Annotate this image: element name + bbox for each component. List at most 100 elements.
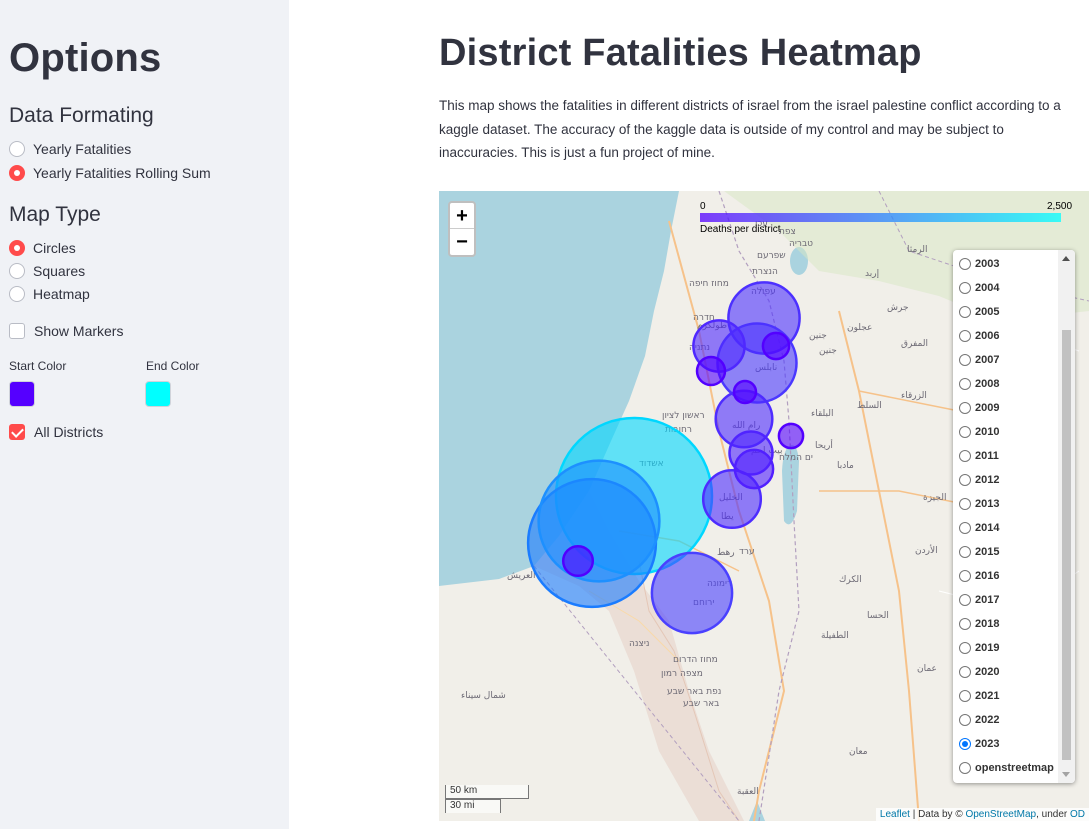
- sidebar-title: Options: [9, 36, 162, 80]
- layer-label: 2023: [975, 738, 1000, 750]
- radio-button-selected[interactable]: [9, 165, 25, 181]
- data-formatting-heading: Data Formating: [9, 104, 154, 127]
- layer-radio[interactable]: [959, 282, 971, 294]
- layer-option-2017[interactable]: 2017: [959, 594, 999, 606]
- radio-squares[interactable]: Squares: [9, 263, 85, 279]
- layer-option-2008[interactable]: 2008: [959, 378, 999, 390]
- layer-radio[interactable]: [959, 306, 971, 318]
- layer-option-2011[interactable]: 2011: [959, 450, 999, 462]
- radio-circles[interactable]: Circles: [9, 240, 76, 256]
- layer-radio[interactable]: [959, 642, 971, 654]
- district-circle-deir-al-balah[interactable]: [537, 459, 661, 583]
- map-container[interactable]: العريشعمانرهطشمال سيناءירוחםדימונהמצפה ר…: [439, 191, 1089, 821]
- layer-radio[interactable]: [959, 522, 971, 534]
- scroll-down-arrow-icon[interactable]: [1062, 772, 1070, 777]
- layer-radio[interactable]: [959, 690, 971, 702]
- layer-radio[interactable]: [959, 330, 971, 342]
- layer-option-2021[interactable]: 2021: [959, 690, 999, 702]
- district-circle-qalqilya[interactable]: [695, 355, 727, 387]
- start-color-picker[interactable]: [9, 381, 35, 407]
- layer-option-2013[interactable]: 2013: [959, 498, 999, 510]
- legend-caption: Deaths per district: [700, 224, 781, 235]
- zoom-control[interactable]: + −: [448, 201, 476, 257]
- layer-label: 2013: [975, 498, 1000, 510]
- radio-yearly-fatalities[interactable]: Yearly Fatalities: [9, 141, 131, 157]
- radio-label: Heatmap: [33, 286, 90, 302]
- layer-radio[interactable]: [959, 474, 971, 486]
- layer-label: 2019: [975, 642, 1000, 654]
- layer-scrollbar[interactable]: [1058, 250, 1075, 783]
- scale-mi: 30 mi: [445, 799, 501, 813]
- layer-label: 2004: [975, 282, 1000, 294]
- layer-option-2019[interactable]: 2019: [959, 642, 999, 654]
- district-circle-tubas[interactable]: [761, 331, 791, 361]
- scroll-thumb[interactable]: [1062, 330, 1071, 760]
- map-attribution: Leaflet | Data by © OpenStreetMap, under…: [875, 808, 1089, 821]
- layer-label: 2020: [975, 666, 1000, 678]
- layer-option-2022[interactable]: 2022: [959, 714, 999, 726]
- radio-button[interactable]: [9, 141, 25, 157]
- layer-radio[interactable]: [959, 450, 971, 462]
- radio-heatmap[interactable]: Heatmap: [9, 286, 90, 302]
- layer-radio[interactable]: [959, 354, 971, 366]
- layer-radio[interactable]: [959, 738, 971, 750]
- district-circle-rafah[interactable]: [561, 544, 595, 578]
- layer-radio[interactable]: [959, 258, 971, 270]
- layer-option-2016[interactable]: 2016: [959, 570, 999, 582]
- district-circle-be-er-sheva[interactable]: [650, 551, 734, 635]
- layer-option-2003[interactable]: 2003: [959, 258, 999, 270]
- checkbox-box-checked[interactable]: [9, 424, 25, 440]
- layer-option-2005[interactable]: 2005: [959, 306, 999, 318]
- layer-label: 2016: [975, 570, 1000, 582]
- leaflet-link[interactable]: Leaflet: [880, 809, 910, 820]
- layer-option-2004[interactable]: 2004: [959, 282, 999, 294]
- show-markers-checkbox[interactable]: Show Markers: [9, 323, 123, 339]
- radio-button[interactable]: [9, 286, 25, 302]
- attribution-text: | Data by ©: [909, 809, 966, 820]
- end-color-label: End Color: [146, 359, 200, 373]
- layer-radio[interactable]: [959, 762, 971, 774]
- layer-label: 2011: [975, 450, 999, 462]
- district-circle-salfit[interactable]: [732, 379, 758, 405]
- layer-option-2014[interactable]: 2014: [959, 522, 999, 534]
- layer-option-openstreetmap[interactable]: openstreetmap: [959, 762, 1054, 774]
- layer-label: 2021: [975, 690, 1000, 702]
- map-type-heading: Map Type: [9, 203, 101, 226]
- layer-radio[interactable]: [959, 594, 971, 606]
- layer-radio[interactable]: [959, 666, 971, 678]
- layer-radio[interactable]: [959, 570, 971, 582]
- layer-radio[interactable]: [959, 714, 971, 726]
- layer-option-2012[interactable]: 2012: [959, 474, 999, 486]
- layer-radio[interactable]: [959, 498, 971, 510]
- zoom-out-button[interactable]: −: [450, 229, 474, 255]
- layer-radio[interactable]: [959, 402, 971, 414]
- layer-radio[interactable]: [959, 618, 971, 630]
- layer-control[interactable]: 2003 2004 2005 2006 2007 2008 2009 2010 2011 2012…: [953, 250, 1075, 783]
- layer-option-2009[interactable]: 2009: [959, 402, 999, 414]
- end-color-picker[interactable]: [145, 381, 171, 407]
- layer-option-2020[interactable]: 2020: [959, 666, 999, 678]
- layer-option-2023[interactable]: 2023: [959, 738, 999, 750]
- layer-label: 2012: [975, 474, 1000, 486]
- layer-option-2010[interactable]: 2010: [959, 426, 999, 438]
- osm-link[interactable]: OpenStreetMap: [965, 809, 1036, 820]
- district-circle-jericho[interactable]: [777, 422, 805, 450]
- layer-option-2007[interactable]: 2007: [959, 354, 999, 366]
- layer-option-2018[interactable]: 2018: [959, 618, 999, 630]
- radio-button-selected[interactable]: [9, 240, 25, 256]
- layer-radio[interactable]: [959, 546, 971, 558]
- checkbox-box[interactable]: [9, 323, 25, 339]
- district-circle-bethlehem[interactable]: [733, 448, 775, 490]
- layer-label: 2005: [975, 306, 1000, 318]
- layer-option-2015[interactable]: 2015: [959, 546, 999, 558]
- layer-radio[interactable]: [959, 426, 971, 438]
- layer-option-2006[interactable]: 2006: [959, 330, 999, 342]
- zoom-in-button[interactable]: +: [450, 203, 474, 229]
- scroll-up-arrow-icon[interactable]: [1062, 256, 1070, 261]
- odbl-link[interactable]: OD: [1070, 809, 1085, 820]
- all-districts-checkbox[interactable]: All Districts: [9, 424, 103, 440]
- radio-button[interactable]: [9, 263, 25, 279]
- layer-radio[interactable]: [959, 378, 971, 390]
- layer-label: 2017: [975, 594, 1000, 606]
- radio-yearly-fatalities-rolling-sum[interactable]: Yearly Fatalities Rolling Sum: [9, 165, 211, 181]
